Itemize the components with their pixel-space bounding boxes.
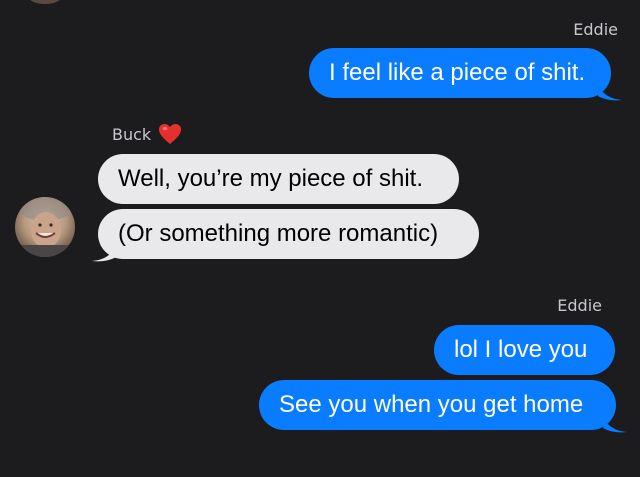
bubble-tail	[598, 84, 622, 101]
sender-name-buck: Buck	[112, 125, 152, 144]
avatar-face-icon	[15, 197, 75, 257]
message-bubble-incoming[interactable]: (Or something more romantic)	[98, 209, 479, 259]
message-bubble-outgoing[interactable]: lol I love you	[434, 325, 615, 375]
message-bubble-outgoing[interactable]: I feel like a piece of shit.	[309, 48, 611, 98]
bubble-tail	[92, 245, 116, 262]
sender-name-eddie: Eddie	[573, 20, 618, 39]
message-bubble-outgoing[interactable]: See you when you get home	[259, 380, 616, 430]
previous-avatar-edge	[28, 0, 62, 4]
buck-avatar[interactable]	[15, 197, 75, 257]
bubble-tail	[603, 416, 627, 433]
red-heart-icon	[159, 124, 181, 144]
message-bubble-incoming[interactable]: Well, you’re my piece of shit.	[98, 154, 459, 204]
sender-name-eddie: Eddie	[557, 296, 602, 315]
